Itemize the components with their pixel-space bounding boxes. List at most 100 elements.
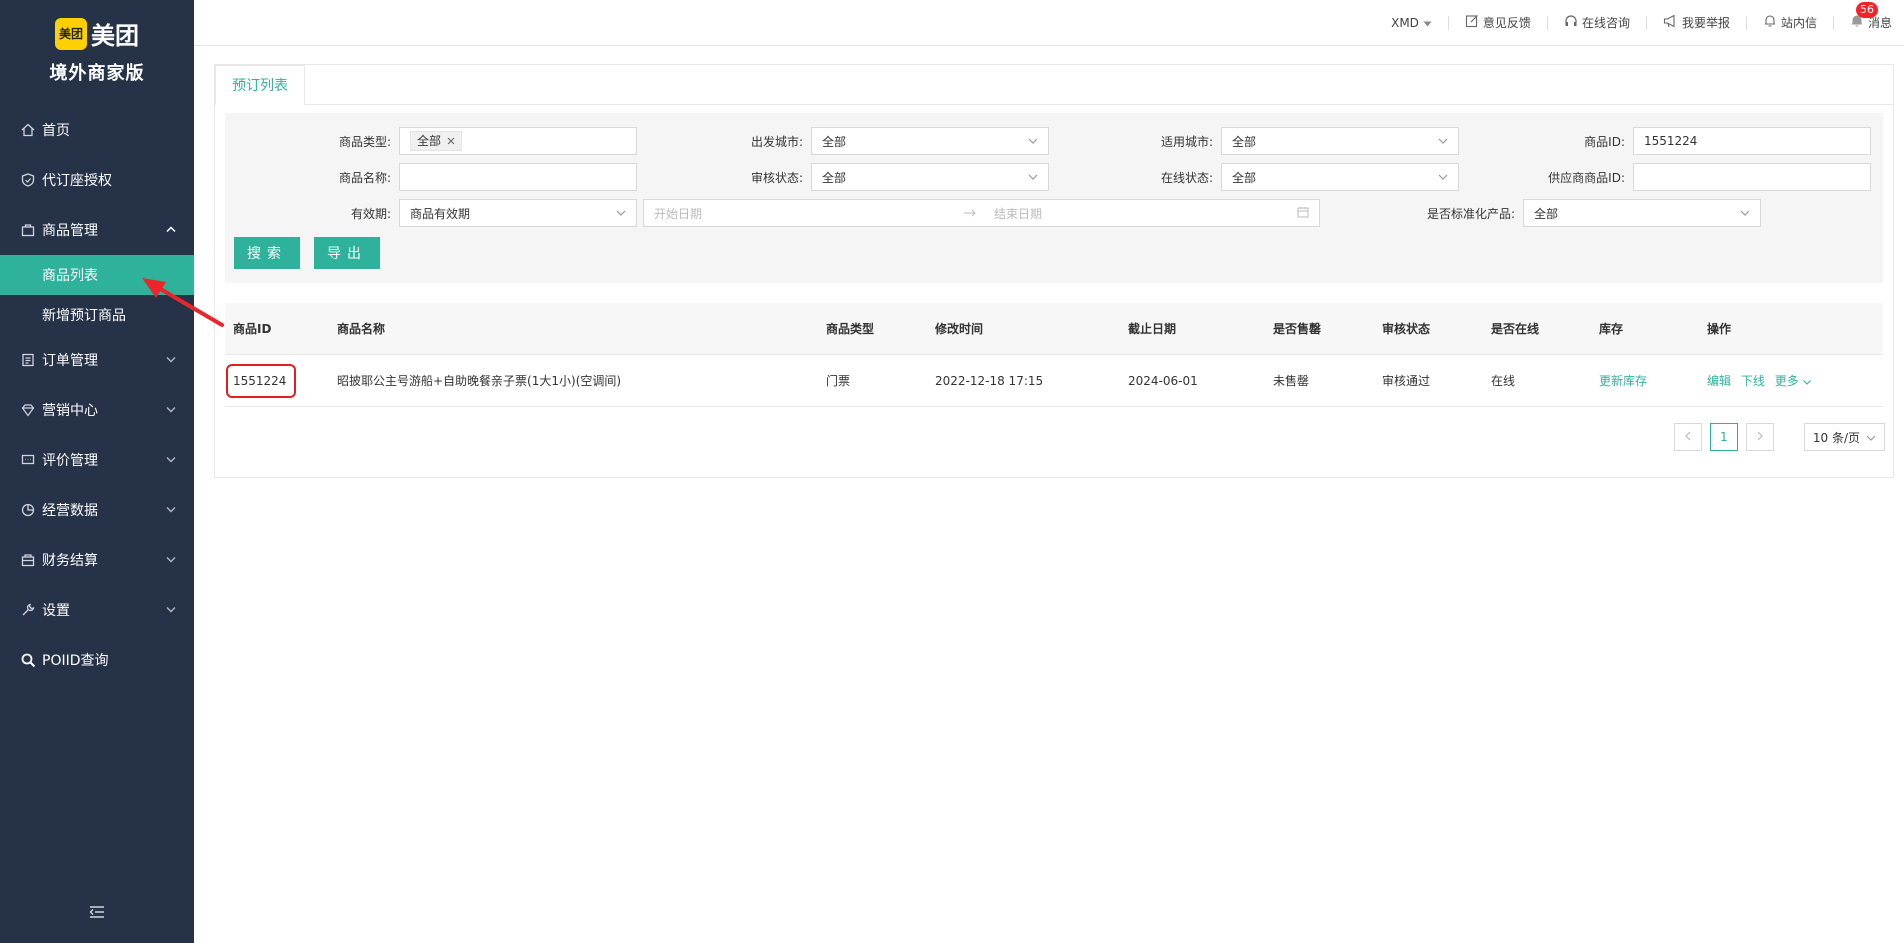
filter-validity: 有效期: 商品有效期 开始日期 结束日期	[225, 199, 1320, 227]
tab-booking-list[interactable]: 预订列表	[215, 65, 305, 105]
product-name-input[interactable]	[399, 163, 637, 191]
chevron-down-icon	[166, 405, 176, 416]
end-date-input[interactable]: 结束日期	[994, 205, 1042, 222]
inbox-link[interactable]: 站内信	[1763, 14, 1817, 31]
sidebar-subitem-product-list[interactable]: 商品列表	[0, 255, 194, 295]
standardized-label: 是否标准化产品:	[1426, 206, 1515, 221]
col-product-id: 商品ID	[233, 322, 272, 336]
col-stock: 库存	[1599, 322, 1624, 336]
sidebar-item-label: 评价管理	[42, 453, 98, 469]
feedback-link[interactable]: 意见反馈	[1465, 14, 1531, 31]
sidebar-item-label: 营销中心	[42, 403, 98, 419]
sidebar-item-label: 经营数据	[42, 503, 98, 519]
input-value: 1551224	[1644, 134, 1698, 148]
sidebar-item-reviews[interactable]: 评价管理	[0, 435, 194, 485]
calendar-icon	[1297, 206, 1309, 221]
wallet-icon	[20, 552, 36, 568]
audit-status-label: 审核状态:	[750, 170, 803, 185]
cell-modified-time: 2022-12-18 17:15	[935, 374, 1044, 388]
product-type-label: 商品类型:	[338, 134, 391, 149]
divider	[1447, 15, 1449, 30]
date-range-picker[interactable]: 开始日期 结束日期	[643, 199, 1320, 227]
chevron-down-icon	[1802, 374, 1811, 388]
brand-subtitle: 境外商家版	[49, 63, 145, 84]
arrow-right-icon	[964, 206, 994, 220]
select-value: 商品有效期	[410, 206, 471, 221]
sidebar-item-orders[interactable]: 订单管理	[0, 335, 194, 385]
select-value: 全部	[1534, 206, 1559, 221]
highlight-box	[226, 364, 296, 398]
chevron-down-icon	[616, 208, 626, 219]
cell-product-id: 1551224	[226, 355, 296, 407]
sidebar-item-settings[interactable]: 设置	[0, 585, 194, 635]
filter-apply-city: 适用城市: 全部	[1047, 127, 1459, 155]
sidebar-item-product-management[interactable]: 商品管理	[0, 205, 194, 255]
prev-page-button[interactable]	[1673, 423, 1702, 451]
chevron-down-icon	[1438, 136, 1448, 147]
currency-selector[interactable]: XMD	[1391, 16, 1432, 30]
sidebar-item-label: 订单管理	[42, 353, 98, 369]
brand-logo[interactable]: 美团 美团	[55, 16, 139, 51]
filter-standardized: 是否标准化产品: 全部	[1313, 199, 1761, 227]
page-1-button[interactable]: 1	[1709, 423, 1738, 451]
validity-select[interactable]: 商品有效期	[399, 199, 637, 227]
col-online: 是否在线	[1491, 322, 1540, 336]
search-icon	[20, 652, 36, 668]
page-size-select[interactable]: 10 条/页	[1803, 423, 1885, 451]
sidebar-item-poiid-query[interactable]: POIID查询	[0, 635, 194, 685]
supplier-id-input[interactable]	[1633, 163, 1871, 191]
sidebar-item-label: 商品管理	[42, 223, 98, 239]
next-page-button[interactable]	[1745, 423, 1774, 451]
online-consult-link[interactable]: 在线咨询	[1564, 14, 1630, 31]
chevron-up-icon	[166, 225, 176, 236]
messages-link[interactable]: 56 消息	[1850, 2, 1892, 31]
chevron-down-icon	[1740, 208, 1750, 219]
product-name-label: 商品名称:	[338, 170, 391, 185]
sidebar-item-booking-auth[interactable]: 代订座授权	[0, 155, 194, 205]
cell-deadline: 2024-06-01	[1128, 374, 1198, 388]
caret-down-icon	[1423, 16, 1432, 30]
collapse-sidebar-button[interactable]	[0, 893, 194, 933]
wrench-icon	[20, 602, 36, 618]
report-link[interactable]: 我要举报	[1663, 14, 1730, 31]
sidebar-item-home[interactable]: 首页	[0, 105, 194, 155]
select-value: 全部	[1232, 134, 1257, 149]
sidebar-subitem-new-booking-product[interactable]: 新增预订商品	[0, 295, 194, 335]
sidebar-item-marketing[interactable]: 营销中心	[0, 385, 194, 435]
search-button[interactable]: 搜索	[234, 237, 300, 269]
comment-icon	[20, 452, 36, 468]
cell-product-type: 门票	[826, 374, 851, 388]
chevron-down-icon	[1028, 136, 1038, 147]
close-icon[interactable]	[447, 132, 455, 150]
chevron-down-icon	[1866, 430, 1876, 444]
more-dropdown[interactable]: 更多	[1775, 374, 1811, 388]
chevron-down-icon	[166, 505, 176, 516]
page-size-value: 10 条/页	[1812, 430, 1860, 445]
tab-bar: 预订列表	[215, 65, 1893, 105]
update-stock-link[interactable]: 更新库存	[1599, 355, 1647, 407]
filter-online-status: 在线状态: 全部	[1047, 163, 1459, 191]
logo-text: 美团	[91, 22, 139, 50]
start-date-input[interactable]: 开始日期	[654, 205, 964, 222]
currency-label: XMD	[1391, 15, 1419, 30]
online-status-label: 在线状态:	[1160, 170, 1213, 185]
edit-link[interactable]: 编辑	[1707, 374, 1731, 388]
standardized-select[interactable]: 全部	[1523, 199, 1761, 227]
online-status-select[interactable]: 全部	[1221, 163, 1459, 191]
feedback-label: 意见反馈	[1482, 16, 1531, 30]
sidebar-item-business-data[interactable]: 经营数据	[0, 485, 194, 535]
col-actions: 操作	[1707, 322, 1732, 336]
depart-city-select[interactable]: 全部	[811, 127, 1049, 155]
offline-link[interactable]: 下线	[1741, 374, 1765, 388]
filter-depart-city: 出发城市: 全部	[637, 127, 1049, 155]
cell-product-name: 昭披耶公主号游船+自助晚餐亲子票(1大1小)(空调间)	[337, 374, 622, 388]
megaphone-icon	[1663, 14, 1678, 31]
order-icon	[20, 352, 36, 368]
consult-label: 在线咨询	[1581, 16, 1630, 30]
audit-status-select[interactable]: 全部	[811, 163, 1049, 191]
export-button[interactable]: 导出	[314, 237, 380, 269]
sidebar-item-finance[interactable]: 财务结算	[0, 535, 194, 585]
product-type-select[interactable]: 全部	[399, 127, 637, 155]
apply-city-select[interactable]: 全部	[1221, 127, 1459, 155]
product-id-input[interactable]: 1551224	[1633, 127, 1871, 155]
